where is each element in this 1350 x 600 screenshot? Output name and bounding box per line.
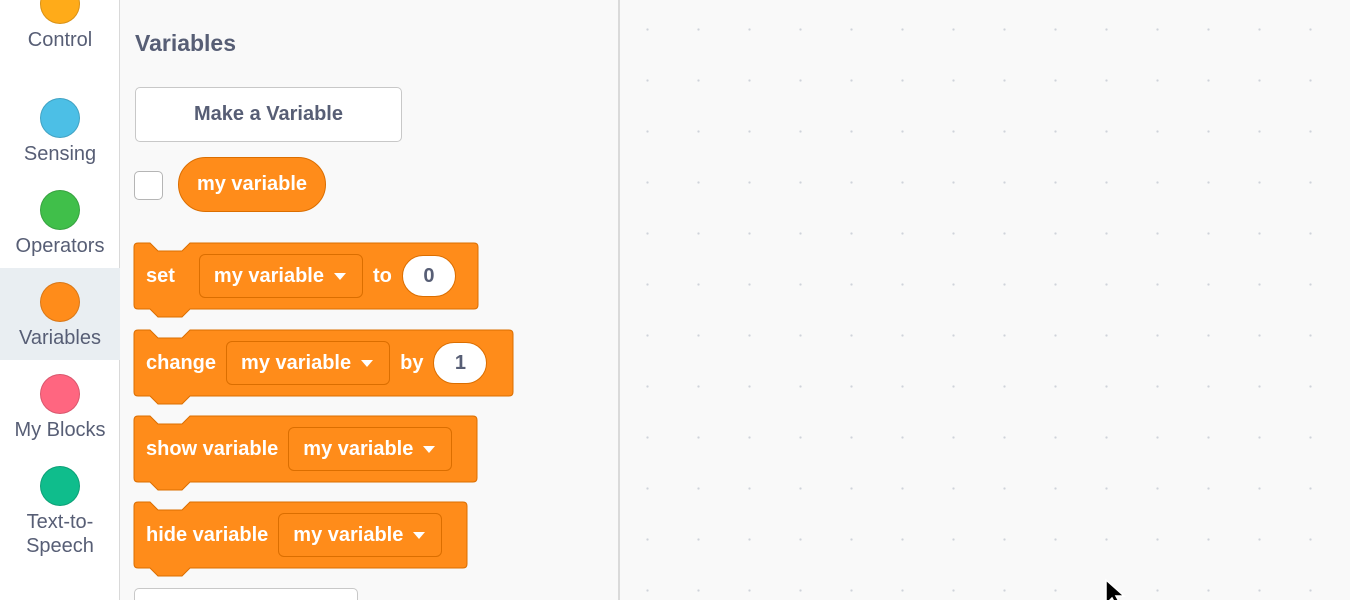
variable-dropdown[interactable]: my variable: [288, 427, 453, 471]
category-label: Operators: [15, 235, 105, 257]
sensing-color-dot-icon: [40, 98, 80, 138]
category-text-to-speech[interactable]: Text-to- Speech: [0, 452, 120, 562]
my-blocks-color-dot-icon: [40, 374, 80, 414]
dropdown-value: my variable: [303, 437, 414, 460]
category-label: Variables: [19, 327, 101, 349]
block-keyword: change: [146, 351, 217, 374]
variable-reporter-block[interactable]: my variable: [178, 157, 326, 212]
value-input[interactable]: 0: [401, 255, 456, 297]
block-content: show variable my variable: [134, 416, 453, 482]
category-label: Sensing: [23, 143, 97, 165]
category-menu: Control Sensing Operators Variables My B…: [0, 0, 120, 600]
category-label: Control: [27, 29, 93, 51]
dropdown-caret-icon: [413, 531, 426, 539]
variables-color-dot-icon: [40, 282, 80, 322]
variable-dropdown[interactable]: my variable: [198, 254, 363, 298]
block-keyword: hide variable: [146, 523, 269, 546]
category-variables[interactable]: Variables: [0, 268, 120, 360]
value-input[interactable]: 1: [433, 342, 488, 384]
script-workspace[interactable]: [620, 0, 1350, 600]
control-color-dot-icon: [40, 0, 80, 24]
variable-monitor-checkbox[interactable]: [134, 171, 163, 200]
dropdown-value: my variable: [241, 351, 352, 374]
make-a-list-button[interactable]: [134, 588, 358, 600]
block-connector: by: [400, 351, 424, 374]
dropdown-caret-icon: [361, 359, 374, 367]
category-my-blocks[interactable]: My Blocks: [0, 360, 120, 452]
dropdown-caret-icon: [423, 445, 436, 453]
category-sensing[interactable]: Sensing: [0, 84, 120, 176]
variable-dropdown[interactable]: my variable: [278, 513, 443, 557]
variable-dropdown[interactable]: my variable: [226, 341, 391, 385]
make-a-variable-button[interactable]: Make a Variable: [135, 87, 402, 142]
block-content: change my variable by 1: [134, 330, 488, 396]
category-operators[interactable]: Operators: [0, 176, 120, 268]
category-label: My Blocks: [14, 419, 106, 441]
block-keyword: set: [146, 264, 175, 287]
palette-section-title: Variables: [135, 30, 237, 56]
operators-color-dot-icon: [40, 190, 80, 230]
dropdown-caret-icon: [333, 272, 346, 280]
category-label: Text-to- Speech: [26, 511, 94, 557]
dropdown-value: my variable: [293, 523, 404, 546]
block-palette: Variables Make a Variable my variable se…: [120, 0, 620, 600]
block-content: hide variable my variable: [134, 502, 443, 568]
category-control[interactable]: Control: [0, 0, 120, 62]
block-keyword: show variable: [146, 437, 279, 460]
text-to-speech-color-dot-icon: [40, 466, 80, 506]
mouse-pointer-icon: [1105, 578, 1126, 600]
block-content: set my variable to 0: [134, 243, 456, 309]
dropdown-value: my variable: [213, 264, 324, 287]
block-connector: to: [372, 264, 392, 287]
